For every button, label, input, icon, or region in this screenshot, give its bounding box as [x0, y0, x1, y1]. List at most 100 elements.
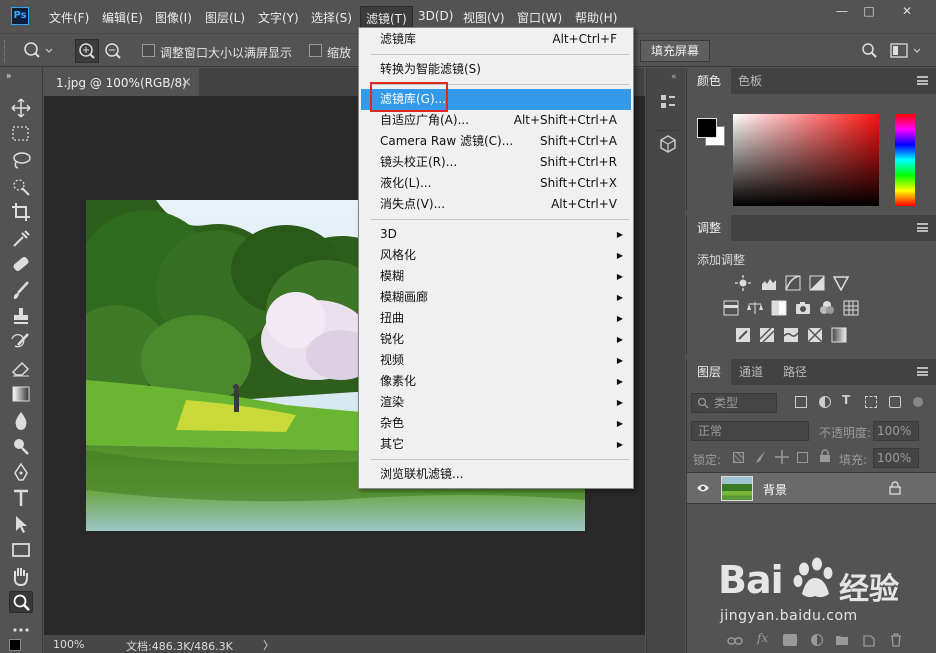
- menu-3d[interactable]: 3D(D): [418, 9, 453, 23]
- quick-selection-tool-icon[interactable]: [9, 175, 33, 197]
- menu-type[interactable]: 文字(Y): [258, 9, 299, 26]
- lasso-tool-icon[interactable]: [9, 149, 33, 171]
- properties-panel-icon[interactable]: [659, 93, 677, 116]
- filter-smart-object-icon[interactable]: [889, 396, 901, 408]
- gradient-tool-icon[interactable]: [9, 383, 33, 405]
- menu-item-liquify[interactable]: 液化(L)... Shift+Ctrl+X: [361, 173, 631, 194]
- filter-toggle-icon[interactable]: [913, 397, 923, 407]
- eyedropper-tool-icon[interactable]: [9, 227, 33, 249]
- dodge-tool-icon[interactable]: [9, 435, 33, 457]
- resize-windows-checkbox[interactable]: [142, 44, 155, 57]
- tab-adjustments[interactable]: 调整: [687, 215, 732, 241]
- rectangle-tool-icon[interactable]: [9, 539, 33, 561]
- hand-tool-icon[interactable]: [9, 565, 33, 587]
- channel-mixer-icon[interactable]: [819, 300, 835, 316]
- new-adjustment-layer-icon[interactable]: [811, 634, 823, 646]
- menu-layer[interactable]: 图层(L): [205, 9, 245, 26]
- foreground-color-box[interactable]: [697, 118, 717, 138]
- menu-item-render[interactable]: 渲染 ▶: [361, 392, 631, 413]
- menu-window[interactable]: 窗口(W): [517, 9, 562, 26]
- threshold-icon[interactable]: [783, 327, 799, 343]
- hue-slider[interactable]: [895, 114, 915, 206]
- menu-item-adaptive-wide-angle[interactable]: 自适应广角(A)... Alt+Shift+Ctrl+A: [361, 110, 631, 131]
- marquee-tool-icon[interactable]: [9, 123, 33, 145]
- menu-help[interactable]: 帮助(H): [575, 9, 617, 26]
- menu-image[interactable]: 图像(I): [155, 9, 192, 26]
- 3d-panel-icon[interactable]: [659, 134, 677, 157]
- menu-item-lens-correction[interactable]: 镜头校正(R)... Shift+Ctrl+R: [361, 152, 631, 173]
- layer-name[interactable]: 背景: [763, 481, 787, 498]
- tab-swatches[interactable]: 色板: [728, 68, 772, 94]
- tab-color[interactable]: 颜色: [687, 68, 732, 94]
- filter-adjustment-layer-icon[interactable]: [819, 396, 831, 408]
- crop-tool-icon[interactable]: [9, 201, 33, 223]
- blend-mode-select[interactable]: 正常: [691, 421, 809, 441]
- color-balance-icon[interactable]: [747, 300, 763, 316]
- minimize-button[interactable]: —: [831, 4, 853, 20]
- eraser-tool-icon[interactable]: [9, 357, 33, 379]
- close-window-button[interactable]: ✕: [896, 4, 918, 20]
- lock-position-icon[interactable]: [775, 450, 789, 464]
- search-icon[interactable]: [861, 42, 879, 63]
- zoom-tool-icon[interactable]: [9, 591, 33, 613]
- color-panel-menu-icon[interactable]: [917, 76, 928, 85]
- selective-color-icon[interactable]: [807, 327, 823, 343]
- path-selection-tool-icon[interactable]: [9, 513, 33, 535]
- menu-item-video[interactable]: 视频 ▶: [361, 350, 631, 371]
- maximize-button[interactable]: □: [858, 4, 880, 20]
- vibrance-icon[interactable]: [833, 275, 849, 291]
- adjustments-panel-menu-icon[interactable]: [917, 223, 928, 232]
- tab-channels[interactable]: 通道: [729, 359, 773, 385]
- layer-visibility-eye-icon[interactable]: [696, 483, 710, 493]
- more-tools-icon[interactable]: [9, 619, 33, 641]
- invert-icon[interactable]: [735, 327, 751, 343]
- menu-select[interactable]: 选择(S): [311, 9, 352, 26]
- add-mask-icon[interactable]: [783, 634, 797, 646]
- type-tool-icon[interactable]: [9, 487, 33, 509]
- menu-item-browse-filters-online[interactable]: 浏览联机滤镜...: [361, 464, 631, 485]
- pen-tool-icon[interactable]: [9, 461, 33, 483]
- clone-stamp-tool-icon[interactable]: [9, 305, 33, 327]
- document-tab-close-icon[interactable]: ×: [181, 75, 192, 90]
- menu-view[interactable]: 视图(V): [463, 9, 505, 26]
- zoom-level[interactable]: 100%: [53, 638, 84, 651]
- collapse-tools-arrows-icon[interactable]: »: [6, 72, 12, 82]
- grip-handle[interactable]: [4, 40, 7, 62]
- menu-item-other[interactable]: 其它 ▶: [361, 434, 631, 455]
- foreground-color-swatch[interactable]: [9, 639, 21, 651]
- menu-item-noise[interactable]: 杂色 ▶: [361, 413, 631, 434]
- zoom-out-icon[interactable]: [102, 40, 124, 65]
- photo-filter-icon[interactable]: [795, 300, 811, 316]
- healing-brush-tool-icon[interactable]: [9, 253, 33, 275]
- color-picker-field[interactable]: [733, 114, 879, 206]
- lock-all-icon[interactable]: [819, 449, 831, 463]
- workspace-icon[interactable]: [890, 43, 926, 62]
- curves-icon[interactable]: [785, 275, 801, 291]
- zoom-tool-preset-icon[interactable]: [22, 41, 54, 64]
- lock-artboard-icon[interactable]: [797, 452, 808, 463]
- menu-item-3d[interactable]: 3D ▶: [361, 224, 631, 245]
- menu-item-stylize[interactable]: 风格化 ▶: [361, 245, 631, 266]
- filter-pixel-layer-icon[interactable]: [795, 396, 807, 408]
- menu-item-pixelate[interactable]: 像素化 ▶: [361, 371, 631, 392]
- new-layer-icon[interactable]: [863, 633, 875, 647]
- menu-item-camera-raw[interactable]: Camera Raw 滤镜(C)... Shift+Ctrl+A: [361, 131, 631, 152]
- menu-item-filter-gallery-last[interactable]: 滤镜库 Alt+Ctrl+F: [361, 29, 631, 50]
- posterize-icon[interactable]: [759, 327, 775, 343]
- color-lookup-icon[interactable]: [843, 300, 859, 316]
- link-layers-icon[interactable]: [727, 635, 743, 647]
- zoom-all-checkbox[interactable]: [309, 44, 322, 57]
- hue-saturation-icon[interactable]: [723, 300, 739, 316]
- menu-edit[interactable]: 编辑(E): [102, 9, 143, 26]
- opacity-input[interactable]: 100%: [873, 421, 919, 441]
- delete-layer-icon[interactable]: [890, 633, 902, 647]
- menu-item-vanishing-point[interactable]: 消失点(V)... Alt+Ctrl+V: [361, 194, 631, 215]
- levels-icon[interactable]: [761, 275, 777, 291]
- lock-image-pixels-icon[interactable]: [753, 450, 767, 464]
- layers-panel-menu-icon[interactable]: [917, 367, 928, 376]
- brush-tool-icon[interactable]: [9, 279, 33, 301]
- document-tab[interactable]: 1.jpg @ 100%(RGB/8) ×: [44, 68, 199, 96]
- tab-layers[interactable]: 图层: [687, 359, 732, 385]
- move-tool-icon[interactable]: [9, 97, 33, 119]
- filter-shape-layer-icon[interactable]: [865, 396, 877, 408]
